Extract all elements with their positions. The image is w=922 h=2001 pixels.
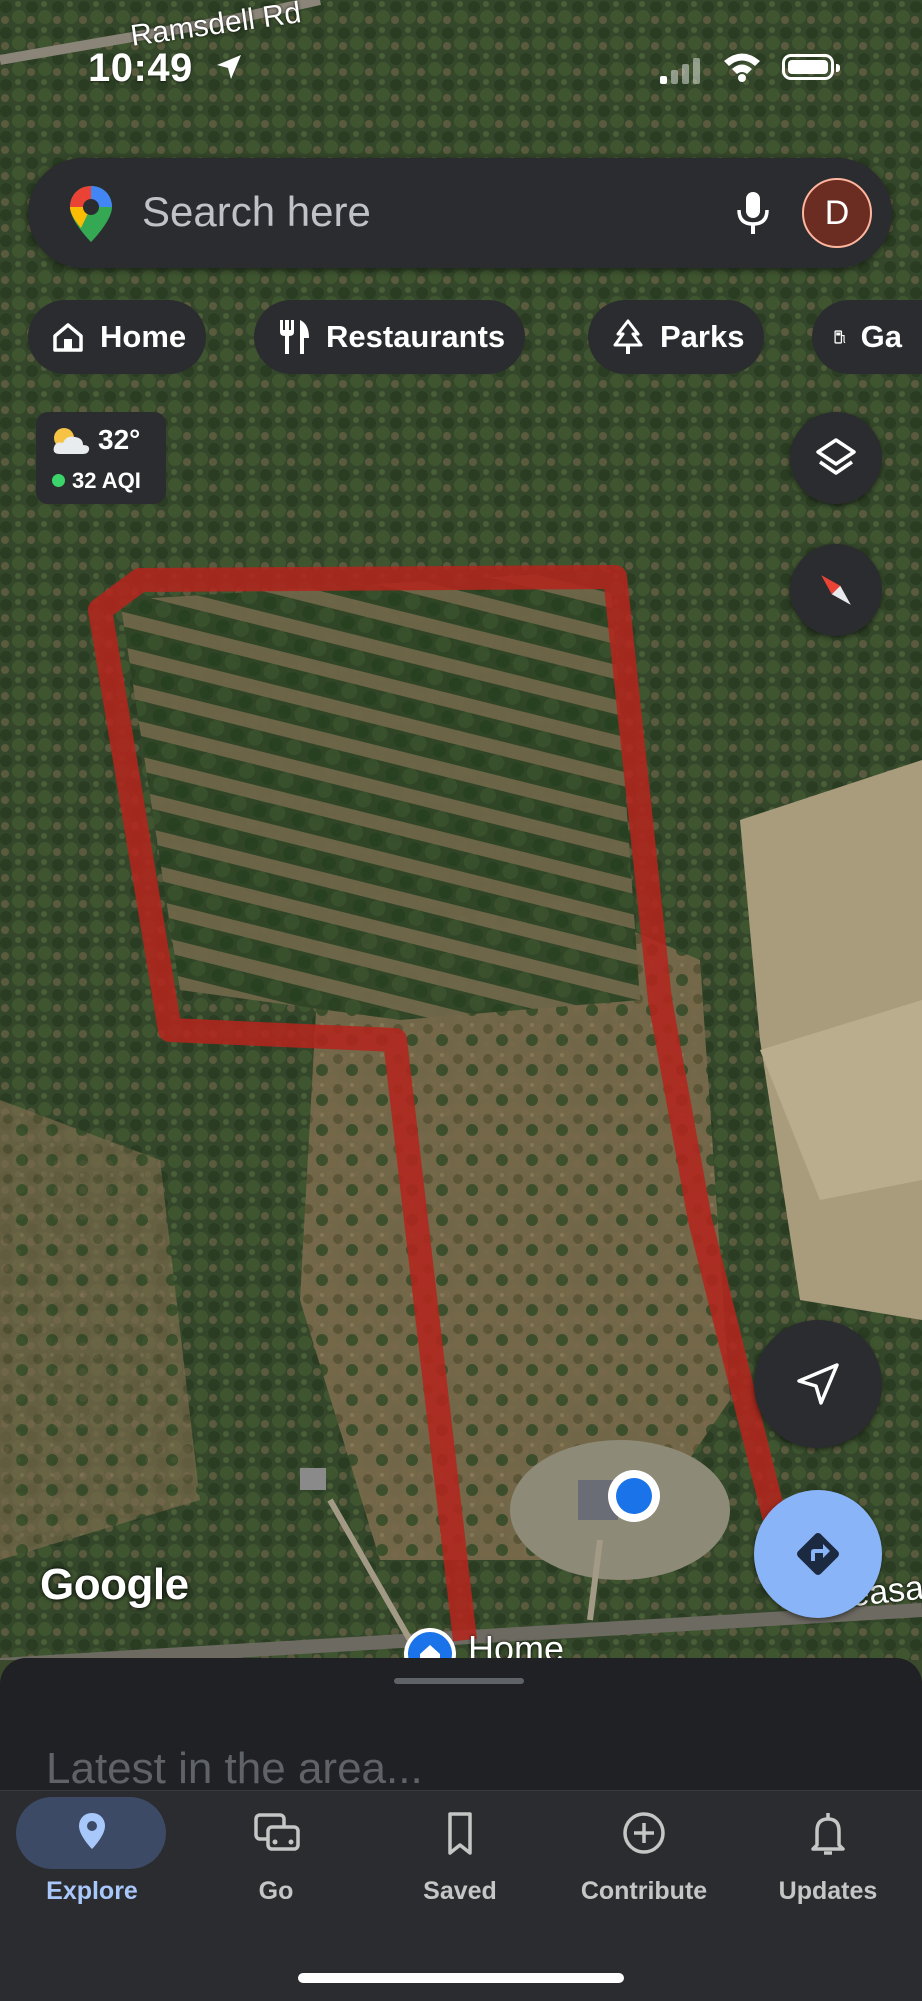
- chip-home[interactable]: Home: [28, 300, 207, 374]
- google-attribution: Google: [40, 1560, 189, 1609]
- status-time: 10:49: [88, 46, 193, 90]
- bottom-navigation: Explore Go Saved Contribute Updates: [0, 1790, 922, 2001]
- nav-contribute[interactable]: Contribute: [552, 1791, 736, 1941]
- nav-saved[interactable]: Saved: [368, 1791, 552, 1941]
- chip-gas-label: Ga: [860, 319, 902, 354]
- location-arrow-icon: [217, 55, 241, 79]
- search-bar[interactable]: Search here D: [28, 158, 892, 268]
- directions-icon: [797, 1533, 839, 1575]
- google-maps-pin-icon: [70, 186, 112, 242]
- chip-parks[interactable]: Parks: [588, 300, 765, 374]
- chip-parks-label: Parks: [660, 319, 745, 354]
- commute-icon: [254, 1813, 300, 1851]
- add-circle-icon: [623, 1812, 665, 1854]
- tree-icon: [613, 319, 643, 354]
- directions-button[interactable]: [754, 1490, 882, 1618]
- microphone-icon[interactable]: [728, 188, 778, 238]
- battery-icon: [782, 54, 840, 80]
- navigation-arrow-icon: [797, 1363, 839, 1405]
- current-location-dot: [608, 1470, 660, 1522]
- fork-knife-icon: [280, 320, 309, 354]
- layers-icon: [816, 438, 856, 475]
- nav-explore[interactable]: Explore: [0, 1791, 184, 1941]
- account-avatar[interactable]: D: [802, 178, 872, 248]
- gas-pump-icon: [834, 330, 846, 344]
- nav-saved-label: Saved: [423, 1877, 497, 1905]
- cellular-signal-icon: [660, 58, 704, 84]
- my-location-button[interactable]: [754, 1320, 882, 1448]
- weather-widget[interactable]: 32° 32 AQI: [36, 412, 166, 504]
- nav-contribute-label: Contribute: [580, 1877, 708, 1905]
- home-icon: [53, 323, 83, 352]
- sheet-drag-handle[interactable]: [394, 1678, 524, 1684]
- nav-updates-label: Updates: [778, 1877, 878, 1905]
- chip-restaurants-label: Restaurants: [326, 319, 506, 354]
- air-quality-index: 32 AQI: [72, 468, 141, 493]
- weather-temperature: 32°: [98, 424, 141, 455]
- sheet-title: Latest in the area...: [46, 1744, 423, 1793]
- layers-button[interactable]: [790, 412, 882, 504]
- chip-home-label: Home: [100, 319, 187, 354]
- wifi-icon: [724, 53, 760, 82]
- bookmark-icon: [448, 1812, 472, 1855]
- explore-bottom-sheet[interactable]: Latest in the area...: [0, 1658, 922, 1793]
- chip-restaurants[interactable]: Restaurants: [254, 300, 526, 374]
- chip-gas[interactable]: Ga: [812, 300, 922, 374]
- nav-go[interactable]: Go: [184, 1791, 368, 1941]
- nav-go-label: Go: [258, 1877, 294, 1905]
- nav-updates[interactable]: Updates: [736, 1791, 920, 1941]
- bell-icon: [811, 1813, 845, 1855]
- search-input[interactable]: Search here: [142, 188, 371, 236]
- aqi-status-dot: [52, 474, 65, 487]
- nav-explore-label: Explore: [46, 1877, 138, 1905]
- compass-button[interactable]: [790, 544, 882, 636]
- home-indicator[interactable]: [298, 1973, 624, 1983]
- location-pin-icon: [79, 1813, 105, 1849]
- compass-icon: [821, 575, 851, 605]
- partly-cloudy-icon: [53, 428, 90, 454]
